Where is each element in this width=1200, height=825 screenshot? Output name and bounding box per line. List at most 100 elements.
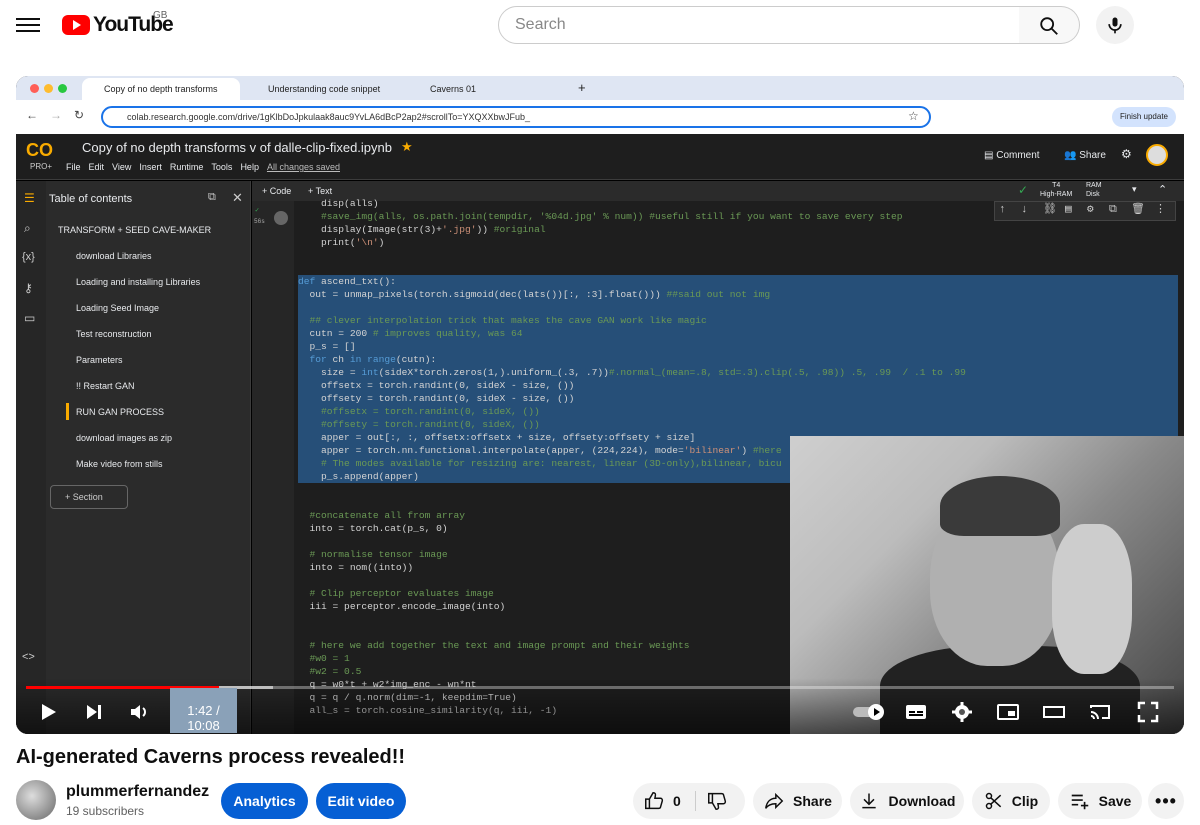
code-line[interactable]: ## clever interpolation trick that makes… [298, 314, 1178, 327]
toc-item[interactable]: Parameters [76, 355, 123, 365]
toc-item[interactable]: Loading Seed Image [76, 303, 159, 313]
delete-cell-icon[interactable]: 🗑 [1131, 204, 1145, 217]
colab-logo[interactable]: CO [26, 140, 53, 161]
close-window-dot[interactable] [30, 84, 39, 93]
menu-runtime[interactable]: Runtime [170, 162, 204, 172]
new-tab-button[interactable]: + [572, 78, 596, 100]
fullscreen-button[interactable] [1136, 700, 1160, 724]
voice-search-button[interactable] [1096, 6, 1134, 44]
notebook-title[interactable]: Copy of no depth transforms v of dalle-c… [82, 140, 392, 155]
browser-tab-understanding[interactable]: Understanding code snippet [246, 78, 396, 100]
code-line[interactable]: for ch in range(cutn): [298, 353, 1178, 366]
code-line[interactable]: offsetx = torch.randint(0, sideX - size,… [298, 379, 1178, 392]
comment-button[interactable]: ▤ Comment [984, 150, 1040, 161]
search-button[interactable] [1019, 6, 1080, 44]
miniplayer-button[interactable] [996, 700, 1020, 724]
variables-icon[interactable]: {x} [22, 251, 35, 263]
menu-file[interactable]: File [66, 162, 81, 172]
menu-view[interactable]: View [112, 162, 131, 172]
dislike-button[interactable] [706, 790, 728, 812]
code-line[interactable]: p_s = [] [298, 340, 1178, 353]
toc-item[interactable]: TRANSFORM + SEED CAVE-MAKER [58, 225, 211, 235]
settings-gear-icon[interactable]: ⚙ [1121, 147, 1132, 161]
code-line[interactable]: #offsetx = torch.randint(0, sideX, ()) [298, 405, 1178, 418]
toc-item-active[interactable]: RUN GAN PROCESS [65, 403, 164, 420]
back-arrow-icon[interactable]: ← [26, 108, 38, 122]
code-line[interactable]: def ascend_txt(): [298, 275, 1178, 288]
like-button[interactable]: 0 [643, 790, 681, 812]
maximize-window-dot[interactable] [58, 84, 67, 93]
toc-item[interactable]: Test reconstruction [76, 329, 152, 339]
download-button[interactable]: Download [850, 783, 964, 819]
address-bar[interactable]: colab.research.google.com/drive/1gKlbDoJ… [101, 106, 931, 128]
forward-arrow-icon[interactable]: → [50, 108, 62, 122]
runtime-dropdown-icon[interactable]: ▾ [1132, 184, 1137, 195]
browser-tab-colab[interactable]: Copy of no depth transforms [82, 78, 240, 100]
menu-tools[interactable]: Tools [211, 162, 232, 172]
code-line[interactable]: cutn = 200 # improves quality, was 64 [298, 327, 1178, 340]
toc-icon[interactable]: ☰ [24, 191, 35, 205]
code-line[interactable] [298, 301, 1178, 314]
play-button[interactable] [36, 700, 60, 724]
star-icon[interactable]: ★ [401, 139, 413, 155]
volume-button[interactable] [128, 700, 152, 724]
collapse-chevron-icon[interactable]: ⌃ [1158, 183, 1167, 196]
add-text-button[interactable]: + Text [308, 186, 332, 196]
reload-icon[interactable]: ↻ [74, 108, 84, 122]
code-line[interactable]: #offsety = torch.randint(0, sideX, ()) [298, 418, 1178, 431]
toc-item[interactable]: Make video from stills [76, 459, 163, 469]
code-line[interactable] [298, 249, 1178, 262]
finish-update-button[interactable]: Finish update [1111, 107, 1176, 127]
share-button[interactable]: Share [753, 783, 842, 819]
code-line[interactable]: size = int(sideX*torch.zeros(1,).uniform… [298, 366, 1178, 379]
subtitles-button[interactable] [904, 700, 928, 724]
edit-video-button[interactable]: Edit video [316, 783, 406, 819]
search-input[interactable]: Search [498, 6, 1020, 44]
key-icon[interactable]: ⚷ [24, 281, 33, 295]
cell-settings-icon[interactable]: ⚙ [1087, 204, 1094, 217]
save-button[interactable]: Save [1058, 783, 1142, 819]
browser-tab-caverns[interactable]: Caverns 01 [408, 78, 558, 100]
move-up-icon[interactable]: ↑ [999, 204, 1006, 217]
cast-button[interactable] [1088, 700, 1112, 724]
code-line[interactable]: out = unmap_pixels(torch.sigmoid(dec(lat… [298, 288, 1178, 301]
move-down-icon[interactable]: ↓ [1021, 204, 1028, 217]
menu-icon[interactable] [16, 14, 40, 38]
toc-item[interactable]: download Libraries [76, 251, 152, 261]
channel-name[interactable]: plummerfernandez [66, 783, 209, 801]
menu-help[interactable]: Help [240, 162, 259, 172]
toc-item[interactable]: !! Restart GAN [76, 381, 135, 391]
code-snippets-icon[interactable]: <> [22, 651, 35, 663]
saved-status[interactable]: All changes saved [267, 162, 340, 172]
menu-edit[interactable]: Edit [89, 162, 105, 172]
more-options-icon[interactable]: ⋮ [1155, 204, 1166, 217]
minimize-window-dot[interactable] [44, 84, 53, 93]
mirror-cell-icon[interactable]: ⧉ [1109, 204, 1117, 217]
folder-icon[interactable]: ▭ [24, 311, 35, 325]
account-avatar[interactable] [1146, 144, 1168, 166]
add-section-button[interactable]: + Section [50, 485, 128, 509]
run-cell-button[interactable] [274, 211, 288, 225]
close-icon[interactable]: ✕ [232, 190, 243, 206]
share-colab-button[interactable]: 👥 Share [1064, 150, 1106, 161]
add-code-button[interactable]: + Code [262, 186, 291, 196]
theater-mode-button[interactable] [1042, 700, 1066, 724]
toc-item[interactable]: download images as zip [76, 433, 172, 443]
analytics-button[interactable]: Analytics [221, 783, 308, 819]
search-icon[interactable]: ⌕ [24, 221, 31, 236]
more-actions-button[interactable]: ••• [1148, 783, 1184, 819]
settings-button[interactable] [950, 700, 974, 724]
channel-avatar[interactable] [16, 780, 56, 820]
code-line[interactable]: display(Image(str(3)+'.jpg')) #original [298, 223, 1178, 236]
code-line[interactable]: offsety = torch.randint(0, sideX - size,… [298, 392, 1178, 405]
code-line[interactable] [298, 262, 1178, 275]
next-button[interactable] [82, 700, 106, 724]
code-line[interactable]: print('\n') [298, 236, 1178, 249]
autoplay-toggle[interactable] [852, 700, 886, 724]
video-player[interactable]: Copy of no depth transforms Understandin… [16, 76, 1184, 734]
toc-item[interactable]: Loading and installing Libraries [76, 277, 200, 287]
bookmark-star-icon[interactable]: ☆ [908, 109, 919, 123]
clip-button[interactable]: Clip [972, 783, 1050, 819]
open-tab-icon[interactable]: ⧉ [208, 191, 216, 204]
link-icon[interactable]: ⛓ [1043, 204, 1057, 217]
